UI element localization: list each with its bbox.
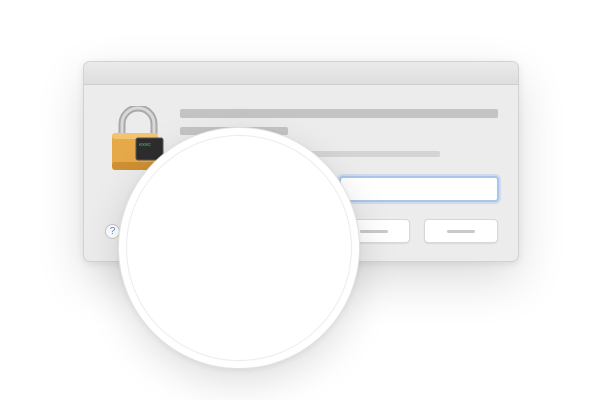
ok-button[interactable] <box>424 219 498 243</box>
cancel-label-placeholder <box>359 229 388 233</box>
ok-label-placeholder <box>447 229 475 233</box>
lock-terminal-label: exec <box>139 142 151 148</box>
magnifier-lens <box>118 127 360 369</box>
title-bar[interactable] <box>84 62 518 85</box>
dialog-detail-placeholder <box>310 151 440 157</box>
magnifier-inner-ring <box>126 135 352 361</box>
help-glyph: ? <box>109 226 116 237</box>
password-field[interactable] <box>339 176 499 202</box>
dialog-title-placeholder <box>180 109 498 118</box>
